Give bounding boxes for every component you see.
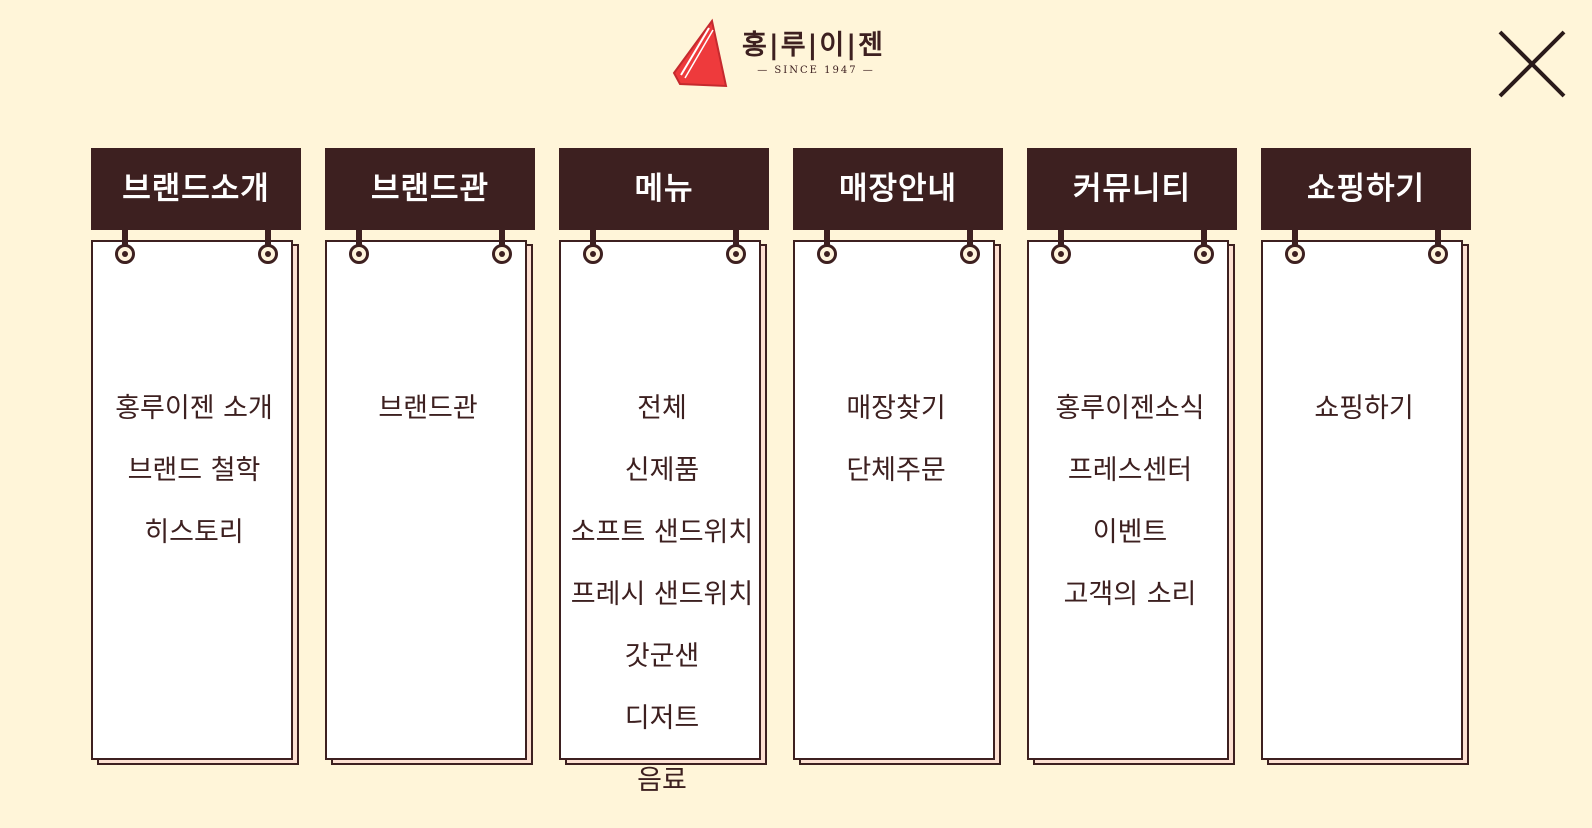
menu-paper: 홍루이젠소식 프레스센터 이벤트 고객의 소리 <box>1027 240 1229 760</box>
binder-ring-icon <box>583 228 603 264</box>
menu-item[interactable]: 히스토리 <box>93 518 295 580</box>
menu-item[interactable]: 쇼핑하기 <box>1263 394 1465 456</box>
menu-item[interactable]: 프레스센터 <box>1029 456 1231 518</box>
brand-name: 홍|루|이|젠 <box>742 30 885 61</box>
binder-ring-icon <box>115 228 135 264</box>
menu-item[interactable]: 홍루이젠 소개 <box>93 394 295 456</box>
menu-item[interactable]: 브랜드 철학 <box>93 456 295 518</box>
binder-ring-icon <box>258 228 278 264</box>
menu-column-title[interactable]: 쇼핑하기 <box>1261 148 1471 230</box>
menu-item[interactable]: 고객의 소리 <box>1029 580 1231 642</box>
menu-column-title[interactable]: 브랜드관 <box>325 148 535 230</box>
menu-column-title[interactable]: 커뮤니티 <box>1027 148 1237 230</box>
brand-since: — SINCE 1947 — <box>757 65 875 76</box>
menu-item[interactable]: 디저트 <box>561 704 763 766</box>
menu-column-shopping: 쇼핑하기 쇼핑하기 <box>1261 148 1471 768</box>
menu-item[interactable]: 단체주문 <box>795 456 997 518</box>
menu-item-list: 브랜드관 <box>327 394 529 456</box>
sandwich-logo-icon <box>672 18 728 88</box>
menu-item[interactable]: 신제품 <box>561 456 763 518</box>
menu-column-community: 커뮤니티 홍루이젠소식 프레스센터 이벤트 고객의 소리 <box>1027 148 1237 768</box>
menu-item-list: 홍루이젠소식 프레스센터 이벤트 고객의 소리 <box>1029 394 1231 642</box>
menu-item-list: 쇼핑하기 <box>1263 394 1465 456</box>
menu-item[interactable]: 매장찾기 <box>795 394 997 456</box>
binder-ring-icon <box>817 228 837 264</box>
menu-paper: 쇼핑하기 <box>1261 240 1463 760</box>
menu-paper: 홍루이젠 소개 브랜드 철학 히스토리 <box>91 240 293 760</box>
menu-paper: 브랜드관 <box>325 240 527 760</box>
menu-item-list: 홍루이젠 소개 브랜드 철학 히스토리 <box>93 394 295 580</box>
binder-ring-icon <box>1194 228 1214 264</box>
binder-ring-icon <box>1285 228 1305 264</box>
menu-paper: 매장찾기 단체주문 <box>793 240 995 760</box>
menu-item[interactable]: 갓군샌 <box>561 642 763 704</box>
menu-item-list: 전체 신제품 소프트 샌드위치 프레시 샌드위치 갓군샌 디저트 음료 <box>561 394 763 828</box>
menu-column-brand-hall: 브랜드관 브랜드관 <box>325 148 535 768</box>
menu-paper: 전체 신제품 소프트 샌드위치 프레시 샌드위치 갓군샌 디저트 음료 <box>559 240 761 796</box>
binder-ring-icon <box>1051 228 1071 264</box>
menu-item[interactable]: 이벤트 <box>1029 518 1231 580</box>
menu-item[interactable]: 브랜드관 <box>327 394 529 456</box>
menu-item[interactable]: 음료 <box>561 766 763 828</box>
close-icon[interactable] <box>1498 30 1566 98</box>
binder-ring-icon <box>726 228 746 264</box>
menu-item[interactable]: 소프트 샌드위치 <box>561 518 763 580</box>
menu-column-title[interactable]: 메뉴 <box>559 148 769 230</box>
binder-ring-icon <box>349 228 369 264</box>
menu-item[interactable]: 홍루이젠소식 <box>1029 394 1231 456</box>
binder-ring-icon <box>960 228 980 264</box>
binder-ring-icon <box>492 228 512 264</box>
binder-ring-icon <box>1428 228 1448 264</box>
menu-column-brand-intro: 브랜드소개 홍루이젠 소개 브랜드 철학 히스토리 <box>91 148 301 768</box>
menu-column-menu: 메뉴 전체 신제품 소프트 샌드위치 프레시 샌드위치 갓군샌 디저트 음료 <box>559 148 769 796</box>
menu-column-title[interactable]: 브랜드소개 <box>91 148 301 230</box>
menu-column-title[interactable]: 매장안내 <box>793 148 1003 230</box>
menu-column-store-info: 매장안내 매장찾기 단체주문 <box>793 148 1003 768</box>
menu-item[interactable]: 전체 <box>561 394 763 456</box>
menu-item[interactable]: 프레시 샌드위치 <box>561 580 763 642</box>
menu-item-list: 매장찾기 단체주문 <box>795 394 997 518</box>
brand-logo[interactable]: 홍|루|이|젠 — SINCE 1947 — <box>668 18 898 90</box>
